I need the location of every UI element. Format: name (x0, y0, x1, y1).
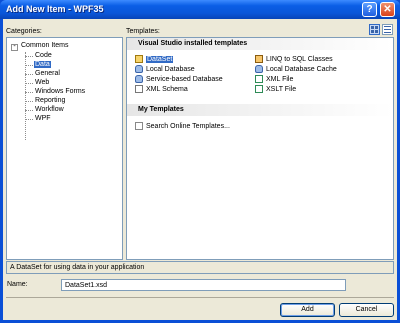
collapse-icon[interactable]: - (11, 43, 18, 51)
help-icon: ? (366, 4, 373, 15)
xml-file-icon (255, 75, 263, 83)
help-button[interactable]: ? (362, 2, 377, 17)
tree-item-windows-forms[interactable]: Windows Forms (35, 88, 85, 95)
tree-connector (25, 119, 33, 120)
large-icons-view-icon (371, 26, 378, 33)
button-divider (6, 297, 394, 298)
template-service-based-database[interactable]: Service-based Database (135, 75, 223, 83)
template-local-database[interactable]: Local Database (135, 65, 195, 73)
tree-connector (25, 110, 33, 111)
tree-item-common-items[interactable]: Common Items (21, 42, 68, 49)
categories-label: Categories: (6, 28, 42, 35)
cancel-button[interactable]: Cancel (339, 303, 394, 317)
tree-item-wpf[interactable]: WPF (35, 115, 51, 122)
templates-label: Templates: (126, 28, 160, 35)
template-xml-file[interactable]: XML File (255, 75, 293, 83)
template-xml-schema[interactable]: XML Schema (135, 85, 188, 93)
tree-connector (25, 56, 33, 57)
template-label: LINQ to SQL Classes (266, 55, 333, 63)
template-label: Local Database Cache (266, 65, 337, 73)
xml-schema-icon (135, 85, 143, 93)
linq-to-sql-icon (255, 55, 263, 63)
name-label: Name: (7, 281, 28, 288)
template-label: DataSet (146, 55, 174, 63)
tree-item-reporting[interactable]: Reporting (35, 97, 65, 104)
template-label: XML Schema (146, 85, 188, 93)
template-label: Service-based Database (146, 75, 223, 83)
template-search-online[interactable]: Search Online Templates... (135, 122, 230, 130)
tree-item-code[interactable]: Code (35, 52, 52, 59)
close-button[interactable]: ✕ (380, 2, 395, 17)
database-icon (135, 65, 143, 73)
tree-connector (25, 65, 33, 66)
templates-list[interactable]: Visual Studio installed templates DataSe… (126, 37, 394, 260)
tree-connector (25, 92, 33, 93)
small-icons-view-icon (384, 26, 391, 33)
window-title: Add New Item - WPF35 (6, 4, 104, 14)
template-label: XML File (266, 75, 294, 83)
name-input[interactable]: DataSet1.xsd (61, 279, 346, 291)
dataset-icon (135, 55, 143, 63)
tree-item-web[interactable]: Web (35, 79, 49, 86)
template-label: XSLT File (266, 85, 297, 93)
tree-connector (25, 101, 33, 102)
small-icons-view-button[interactable] (382, 24, 393, 35)
database-cache-icon (255, 65, 263, 73)
template-local-database-cache[interactable]: Local Database Cache (255, 65, 337, 73)
tree-item-workflow[interactable]: Workflow (35, 106, 64, 113)
database-icon (135, 75, 143, 83)
large-icons-view-button[interactable] (369, 24, 380, 35)
template-description: A DataSet for using data in your applica… (6, 261, 394, 274)
installed-templates-heading: Visual Studio installed templates (138, 40, 248, 47)
tree-item-general[interactable]: General (35, 70, 60, 77)
template-xslt-file[interactable]: XSLT File (255, 85, 296, 93)
close-icon: ✕ (383, 4, 392, 15)
title-bar[interactable]: Add New Item - WPF35 ? ✕ (0, 0, 400, 19)
xslt-file-icon (255, 85, 263, 93)
add-button[interactable]: Add (280, 303, 335, 317)
my-templates-heading: My Templates (138, 106, 184, 113)
template-label: Local Database (146, 65, 195, 73)
tree-item-data[interactable]: Data (34, 61, 51, 68)
dialog-body: Categories: Templates: - Common Items Co… (3, 19, 397, 320)
categories-tree[interactable]: - Common Items Code Data General Web Win… (6, 37, 123, 260)
tree-connector (25, 74, 33, 75)
template-dataset[interactable]: DataSet (135, 55, 174, 63)
search-online-icon (135, 122, 143, 130)
template-linq-to-sql-classes[interactable]: LINQ to SQL Classes (255, 55, 333, 63)
tree-connector (25, 83, 33, 84)
add-new-item-dialog: Add New Item - WPF35 ? ✕ Categories: Tem… (0, 0, 400, 323)
template-label: Search Online Templates... (146, 122, 230, 130)
